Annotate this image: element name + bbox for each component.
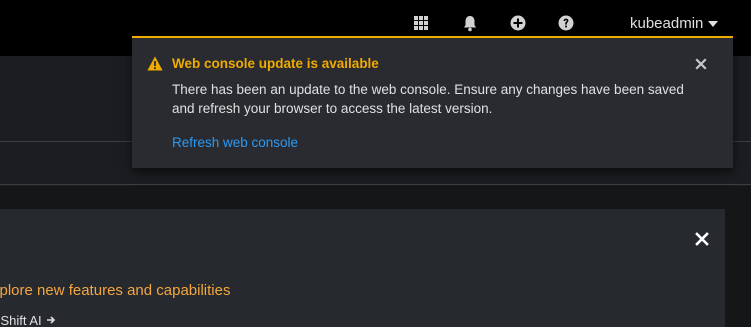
arrow-right-icon (46, 313, 56, 327)
caret-down-icon (708, 21, 719, 27)
update-alert: Web console update is available There ha… (132, 36, 733, 168)
alert-title: Web console update is available (172, 56, 379, 71)
card-feature-link[interactable]: enShift AI (0, 313, 56, 327)
bell-icon[interactable] (461, 14, 479, 32)
grid-icon[interactable] (412, 14, 430, 32)
alert-close-icon[interactable] (694, 57, 708, 71)
user-menu-toggle[interactable]: kubeadmin (630, 13, 719, 33)
question-circle-icon[interactable] (557, 14, 575, 32)
refresh-web-console-link[interactable]: Refresh web console (172, 135, 298, 150)
user-name: kubeadmin (630, 14, 704, 32)
plus-circle-icon[interactable] (509, 14, 527, 32)
warning-triangle-icon (147, 56, 163, 72)
card-close-icon[interactable] (694, 231, 710, 247)
getting-started-card (0, 209, 725, 327)
alert-description: There has been an update to the web cons… (172, 82, 684, 116)
card-section-title: xplore new features and capabilities (0, 282, 231, 299)
card-link-label: enShift AI (0, 313, 42, 327)
